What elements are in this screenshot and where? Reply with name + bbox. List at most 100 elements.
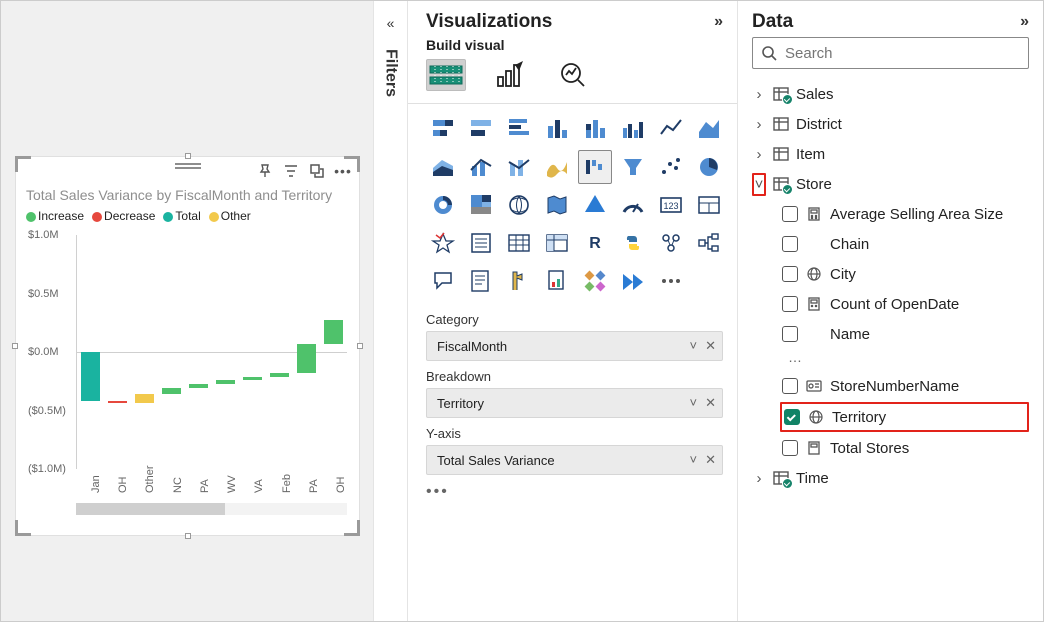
analytics-tab[interactable] bbox=[554, 59, 594, 91]
waterfall-bar[interactable] bbox=[297, 344, 316, 373]
table-item[interactable]: › Item bbox=[752, 139, 1029, 169]
waterfall-bar[interactable] bbox=[135, 394, 154, 403]
qna-icon[interactable] bbox=[426, 264, 460, 298]
clustered-bar-icon[interactable] bbox=[502, 112, 536, 146]
field-checkbox[interactable] bbox=[782, 440, 798, 456]
resize-handle[interactable] bbox=[185, 533, 191, 539]
slicer-icon[interactable] bbox=[464, 226, 498, 260]
table-district[interactable]: › District bbox=[752, 109, 1029, 139]
table-sales[interactable]: › Sales bbox=[752, 79, 1029, 109]
field-total-stores[interactable]: Total Stores bbox=[752, 433, 1029, 463]
stacked-bar-icon[interactable] bbox=[426, 112, 460, 146]
focus-icon[interactable] bbox=[309, 163, 325, 179]
chevron-down-icon[interactable]: ˅ bbox=[690, 452, 698, 468]
funnel-icon[interactable] bbox=[616, 150, 650, 184]
field-checkbox[interactable] bbox=[782, 206, 798, 222]
scrollbar-thumb[interactable] bbox=[76, 503, 225, 515]
waterfall-bar[interactable] bbox=[243, 377, 262, 381]
waterfall-bar[interactable] bbox=[270, 373, 289, 377]
breakdown-field-well[interactable]: Territory ˅✕ bbox=[426, 388, 723, 418]
chart-scrollbar[interactable] bbox=[76, 503, 347, 515]
waterfall-bar[interactable] bbox=[216, 380, 235, 384]
azure-map-icon[interactable] bbox=[578, 188, 612, 222]
build-visual-tab[interactable] bbox=[426, 59, 466, 91]
waterfall-bar[interactable] bbox=[162, 388, 181, 394]
report-canvas[interactable]: ••• Total Sales Variance by FiscalMonth … bbox=[1, 1, 373, 621]
field-checkbox[interactable] bbox=[782, 326, 798, 342]
chevron-down-icon[interactable]: ˅ bbox=[690, 395, 698, 411]
drag-handle[interactable] bbox=[175, 163, 201, 169]
field-avg-area[interactable]: Average Selling Area Size bbox=[752, 199, 1029, 229]
waterfall-bar[interactable] bbox=[108, 401, 127, 403]
multi-card-icon[interactable] bbox=[692, 188, 726, 222]
map-icon[interactable] bbox=[502, 188, 536, 222]
field-checkbox[interactable] bbox=[784, 409, 800, 425]
kpi-icon[interactable] bbox=[426, 226, 460, 260]
line-icon[interactable] bbox=[654, 112, 688, 146]
remove-field-icon[interactable]: ✕ bbox=[705, 395, 716, 411]
filled-map-icon[interactable] bbox=[540, 188, 574, 222]
paginated-icon[interactable] bbox=[540, 264, 574, 298]
narrative-icon[interactable] bbox=[464, 264, 498, 298]
py-visual-icon[interactable] bbox=[616, 226, 650, 260]
expand-filters-icon[interactable]: « bbox=[387, 15, 395, 31]
field-chain[interactable]: Chain bbox=[752, 229, 1029, 259]
search-input[interactable] bbox=[783, 44, 1020, 63]
collapse-pane-icon[interactable]: » bbox=[714, 13, 723, 31]
table-store[interactable]: ˅ Store bbox=[752, 169, 1029, 199]
more-options-icon[interactable]: ••• bbox=[426, 483, 723, 501]
resize-handle[interactable] bbox=[357, 343, 363, 349]
category-field-well[interactable]: FiscalMonth ˅✕ bbox=[426, 331, 723, 361]
area-icon[interactable] bbox=[692, 112, 726, 146]
waterfall-icon[interactable] bbox=[578, 150, 612, 184]
waterfall-visual[interactable]: ••• Total Sales Variance by FiscalMonth … bbox=[15, 156, 360, 536]
remove-field-icon[interactable]: ✕ bbox=[705, 338, 716, 354]
key-influencers-icon[interactable] bbox=[654, 226, 688, 260]
format-visual-tab[interactable] bbox=[490, 59, 530, 91]
matrix-icon[interactable] bbox=[540, 226, 574, 260]
filters-pane-collapsed[interactable]: « Filters bbox=[373, 1, 407, 621]
chevron-down-icon[interactable]: ˅ bbox=[752, 173, 766, 196]
field-territory[interactable]: Territory bbox=[780, 402, 1029, 432]
apps-icon[interactable] bbox=[578, 264, 612, 298]
resize-handle[interactable] bbox=[12, 343, 18, 349]
waterfall-bar[interactable] bbox=[189, 384, 208, 389]
pin-icon[interactable] bbox=[257, 163, 273, 179]
field-city[interactable]: City bbox=[752, 259, 1029, 289]
waterfall-bar[interactable] bbox=[324, 320, 343, 343]
field-checkbox[interactable] bbox=[782, 296, 798, 312]
donut-icon[interactable] bbox=[426, 188, 460, 222]
waterfall-bar[interactable] bbox=[81, 352, 100, 401]
tree-ellipsis[interactable]: … bbox=[752, 349, 1029, 371]
combo-icon[interactable] bbox=[464, 150, 498, 184]
chevron-down-icon[interactable]: ˅ bbox=[690, 338, 698, 354]
field-checkbox[interactable] bbox=[782, 266, 798, 282]
search-box[interactable] bbox=[752, 37, 1029, 69]
collapse-pane-icon[interactable]: » bbox=[1020, 13, 1029, 31]
card-icon[interactable]: 123 bbox=[654, 188, 688, 222]
field-storenumbername[interactable]: StoreNumberName bbox=[752, 371, 1029, 401]
more-visuals-icon[interactable] bbox=[654, 264, 688, 298]
stacked-bar-2-icon[interactable] bbox=[464, 112, 498, 146]
remove-field-icon[interactable]: ✕ bbox=[705, 452, 716, 468]
field-checkbox[interactable] bbox=[782, 236, 798, 252]
power-automate-icon[interactable] bbox=[616, 264, 650, 298]
stacked-area-icon[interactable] bbox=[426, 150, 460, 184]
field-count-opendate[interactable]: Count of OpenDate bbox=[752, 289, 1029, 319]
more-options-icon[interactable]: ••• bbox=[335, 163, 351, 179]
table-time[interactable]: › Time bbox=[752, 463, 1029, 493]
ribbon-icon[interactable] bbox=[540, 150, 574, 184]
gauge-icon[interactable] bbox=[616, 188, 650, 222]
column-icon[interactable] bbox=[540, 112, 574, 146]
table-icon[interactable] bbox=[502, 226, 536, 260]
clustered-column-icon[interactable] bbox=[616, 112, 650, 146]
scatter-icon[interactable] bbox=[654, 150, 688, 184]
stacked-column-icon[interactable] bbox=[578, 112, 612, 146]
combo-2-icon[interactable] bbox=[502, 150, 536, 184]
field-name[interactable]: Name bbox=[752, 319, 1029, 349]
r-visual-icon[interactable]: R bbox=[578, 226, 612, 260]
filter-icon[interactable] bbox=[283, 163, 299, 179]
pie-icon[interactable] bbox=[692, 150, 726, 184]
yaxis-field-well[interactable]: Total Sales Variance ˅✕ bbox=[426, 445, 723, 475]
goals-icon[interactable] bbox=[502, 264, 536, 298]
